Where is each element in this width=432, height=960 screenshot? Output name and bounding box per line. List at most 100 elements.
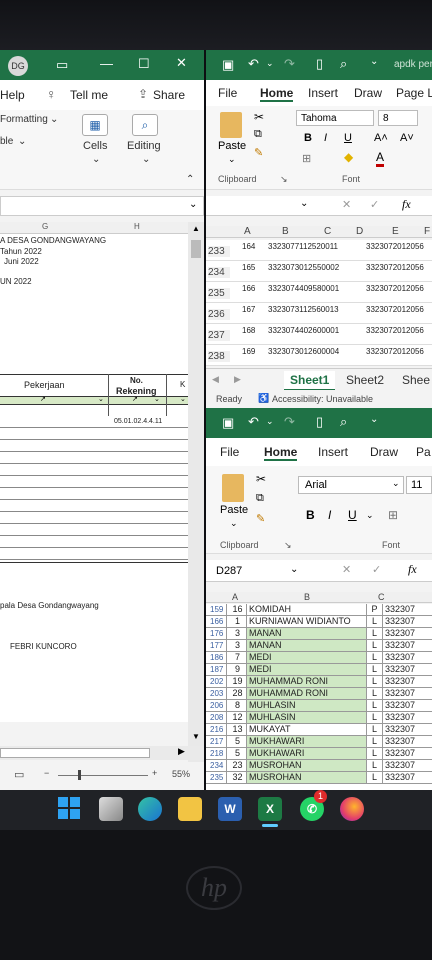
cell-d[interactable]: 332307 xyxy=(382,700,432,711)
column-header-a[interactable]: A xyxy=(244,226,251,237)
table-row[interactable]: 208 12 MUHLASIN L 332307 xyxy=(206,712,432,724)
cell-b[interactable]: MUKAYAT xyxy=(246,724,366,735)
redo-icon[interactable]: ↷ xyxy=(284,414,295,430)
print-preview-icon[interactable]: ⌕ xyxy=(340,414,347,430)
filter-dropdown-icon[interactable]: ⌄ xyxy=(98,395,104,403)
zoom-slider[interactable] xyxy=(58,775,148,776)
cell-b[interactable]: MEDI xyxy=(246,664,366,675)
cell-e[interactable]: 3323072012056 xyxy=(366,326,432,335)
tab-file[interactable]: File xyxy=(218,86,237,100)
cell-b[interactable]: 3323073112560013 xyxy=(268,305,364,314)
filter-arrow-icon[interactable]: ↗ xyxy=(40,395,46,403)
column-header-b[interactable]: B xyxy=(304,592,310,602)
column-header-h[interactable]: H xyxy=(134,222,140,231)
cell-rn[interactable]: 235 xyxy=(208,288,230,299)
tab-home[interactable]: Home xyxy=(264,445,298,461)
print-preview-icon[interactable]: ⌕ xyxy=(340,56,347,72)
cell-e[interactable]: 3323072012056 xyxy=(366,263,432,272)
table-row[interactable]: 202 19 MUHAMMAD RONI L 332307 xyxy=(206,676,432,688)
cells-button[interactable]: Cells xyxy=(83,140,107,152)
paste-icon[interactable] xyxy=(222,474,244,502)
redo-icon[interactable]: ↷ xyxy=(284,56,295,72)
underline-icon[interactable]: U xyxy=(348,508,357,522)
italic-icon[interactable]: I xyxy=(324,132,327,144)
cell-a[interactable]: 23 xyxy=(226,760,246,771)
enter-icon[interactable]: ✓ xyxy=(372,563,381,576)
accessibility-status[interactable]: Accessibility: Unavailable xyxy=(272,394,373,404)
cell-a[interactable]: 165 xyxy=(242,263,268,272)
cell-e[interactable]: 3323072012056 xyxy=(366,242,432,251)
cell-a[interactable]: 168 xyxy=(242,326,268,335)
font-name-box[interactable]: Arial xyxy=(298,476,404,494)
cell-b[interactable]: MANAN xyxy=(246,640,366,651)
chevron-down-icon[interactable]: ⌄ xyxy=(266,416,274,427)
word-icon[interactable]: W xyxy=(218,797,242,821)
tab-draw[interactable]: Draw xyxy=(354,86,382,100)
cell-b[interactable]: KURNIAWAN WIDIANTO xyxy=(246,616,366,627)
cell-d[interactable]: 332307 xyxy=(382,688,432,699)
cell-b[interactable]: MEDI xyxy=(246,652,366,663)
column-header-c[interactable]: C xyxy=(324,226,331,237)
table-row[interactable]: 234 165 3323073012550002 3323072012056 xyxy=(206,261,432,282)
tab-draw[interactable]: Draw xyxy=(370,445,398,459)
cell-b[interactable]: MUHAMMAD RONI xyxy=(246,688,366,699)
table-row[interactable]: 216 13 MUKAYAT L 332307 xyxy=(206,724,432,736)
cell-rn[interactable]: 177 xyxy=(208,640,226,651)
cell-d[interactable]: 332307 xyxy=(382,652,432,663)
cell-rn[interactable]: 216 xyxy=(208,724,226,735)
grow-font-icon[interactable]: A˄ xyxy=(374,132,388,144)
cell-c[interactable]: L xyxy=(366,700,380,711)
cell-a[interactable]: 1 xyxy=(226,616,246,627)
table-row[interactable]: 218 5 MUKHAWARI L 332307 xyxy=(206,748,432,760)
cell-b[interactable]: MUSROHAN xyxy=(246,772,366,783)
cell-c[interactable]: L xyxy=(366,640,380,651)
cell-c[interactable]: L xyxy=(366,688,380,699)
cell-rn[interactable]: 238 xyxy=(208,351,230,362)
undo-icon[interactable]: ↶ xyxy=(248,56,259,72)
cell-c[interactable]: L xyxy=(366,712,380,723)
copy-icon[interactable]: ⧉ xyxy=(256,492,264,505)
cell-a[interactable]: 9 xyxy=(226,664,246,675)
table-row[interactable]: 166 1 KURNIAWAN WIDIANTO L 332307 xyxy=(206,616,432,628)
cell-d[interactable]: 332307 xyxy=(382,712,432,723)
font-size-box[interactable]: 8 xyxy=(378,110,418,126)
left-sheet-grid[interactable]: G H A DESA GONDANGWAYANG Tahun 2022 Juni… xyxy=(0,222,188,722)
bold-icon[interactable]: B xyxy=(306,508,315,522)
scroll-thumb[interactable] xyxy=(191,240,201,258)
cell-b[interactable]: KOMIDAH xyxy=(246,604,366,615)
dialog-launcher-icon[interactable]: ↘ xyxy=(284,540,292,551)
cell-rn[interactable]: 237 xyxy=(208,330,230,341)
cell-rn[interactable]: 236 xyxy=(208,309,230,320)
cell-e[interactable]: 3323072012056 xyxy=(366,284,432,293)
table-row[interactable]: 203 28 MUHAMMAD RONI L 332307 xyxy=(206,688,432,700)
horizontal-scrollbar[interactable]: ▶ xyxy=(0,746,204,760)
filter-dropdown-icon[interactable]: ⌄ xyxy=(154,395,160,403)
font-name-box[interactable]: Tahoma xyxy=(296,110,374,126)
column-header-b[interactable]: B xyxy=(282,226,289,237)
cell-c[interactable]: L xyxy=(366,628,380,639)
sheet-tab-3[interactable]: Shee xyxy=(402,373,430,387)
cell-c[interactable]: L xyxy=(366,772,380,783)
tab-home[interactable]: Home xyxy=(260,86,294,102)
collapse-ribbon-icon[interactable]: ⌃ xyxy=(186,174,194,185)
cell-b[interactable]: 3323073012600004 xyxy=(268,347,364,356)
cell-rn[interactable]: 217 xyxy=(208,736,226,747)
cell-c[interactable]: P xyxy=(366,604,380,615)
undo-icon[interactable]: ↶ xyxy=(248,414,259,430)
font-color-icon[interactable]: A xyxy=(376,150,385,167)
cell-a[interactable]: 3 xyxy=(226,628,246,639)
chevron-down-icon[interactable]: ⌄ xyxy=(290,564,298,575)
column-header-a[interactable]: A xyxy=(232,592,238,602)
column-header-e[interactable]: E xyxy=(392,226,399,237)
cell-b[interactable]: MANAN xyxy=(246,628,366,639)
paste-button[interactable]: Paste xyxy=(220,504,248,516)
cell-c[interactable]: L xyxy=(366,676,380,687)
edge-browser-icon[interactable] xyxy=(138,797,162,821)
cell-c[interactable]: L xyxy=(366,724,380,735)
cell-rn[interactable]: 234 xyxy=(208,267,230,278)
scroll-down-icon[interactable]: ▼ xyxy=(192,732,200,741)
cell-b[interactable]: 3323077112520011 xyxy=(268,242,364,251)
editing-button[interactable]: Editing xyxy=(127,140,161,152)
table-row[interactable]: 235 166 3323074409580001 3323072012056 xyxy=(206,282,432,303)
format-painter-icon[interactable]: ✎ xyxy=(254,146,263,159)
